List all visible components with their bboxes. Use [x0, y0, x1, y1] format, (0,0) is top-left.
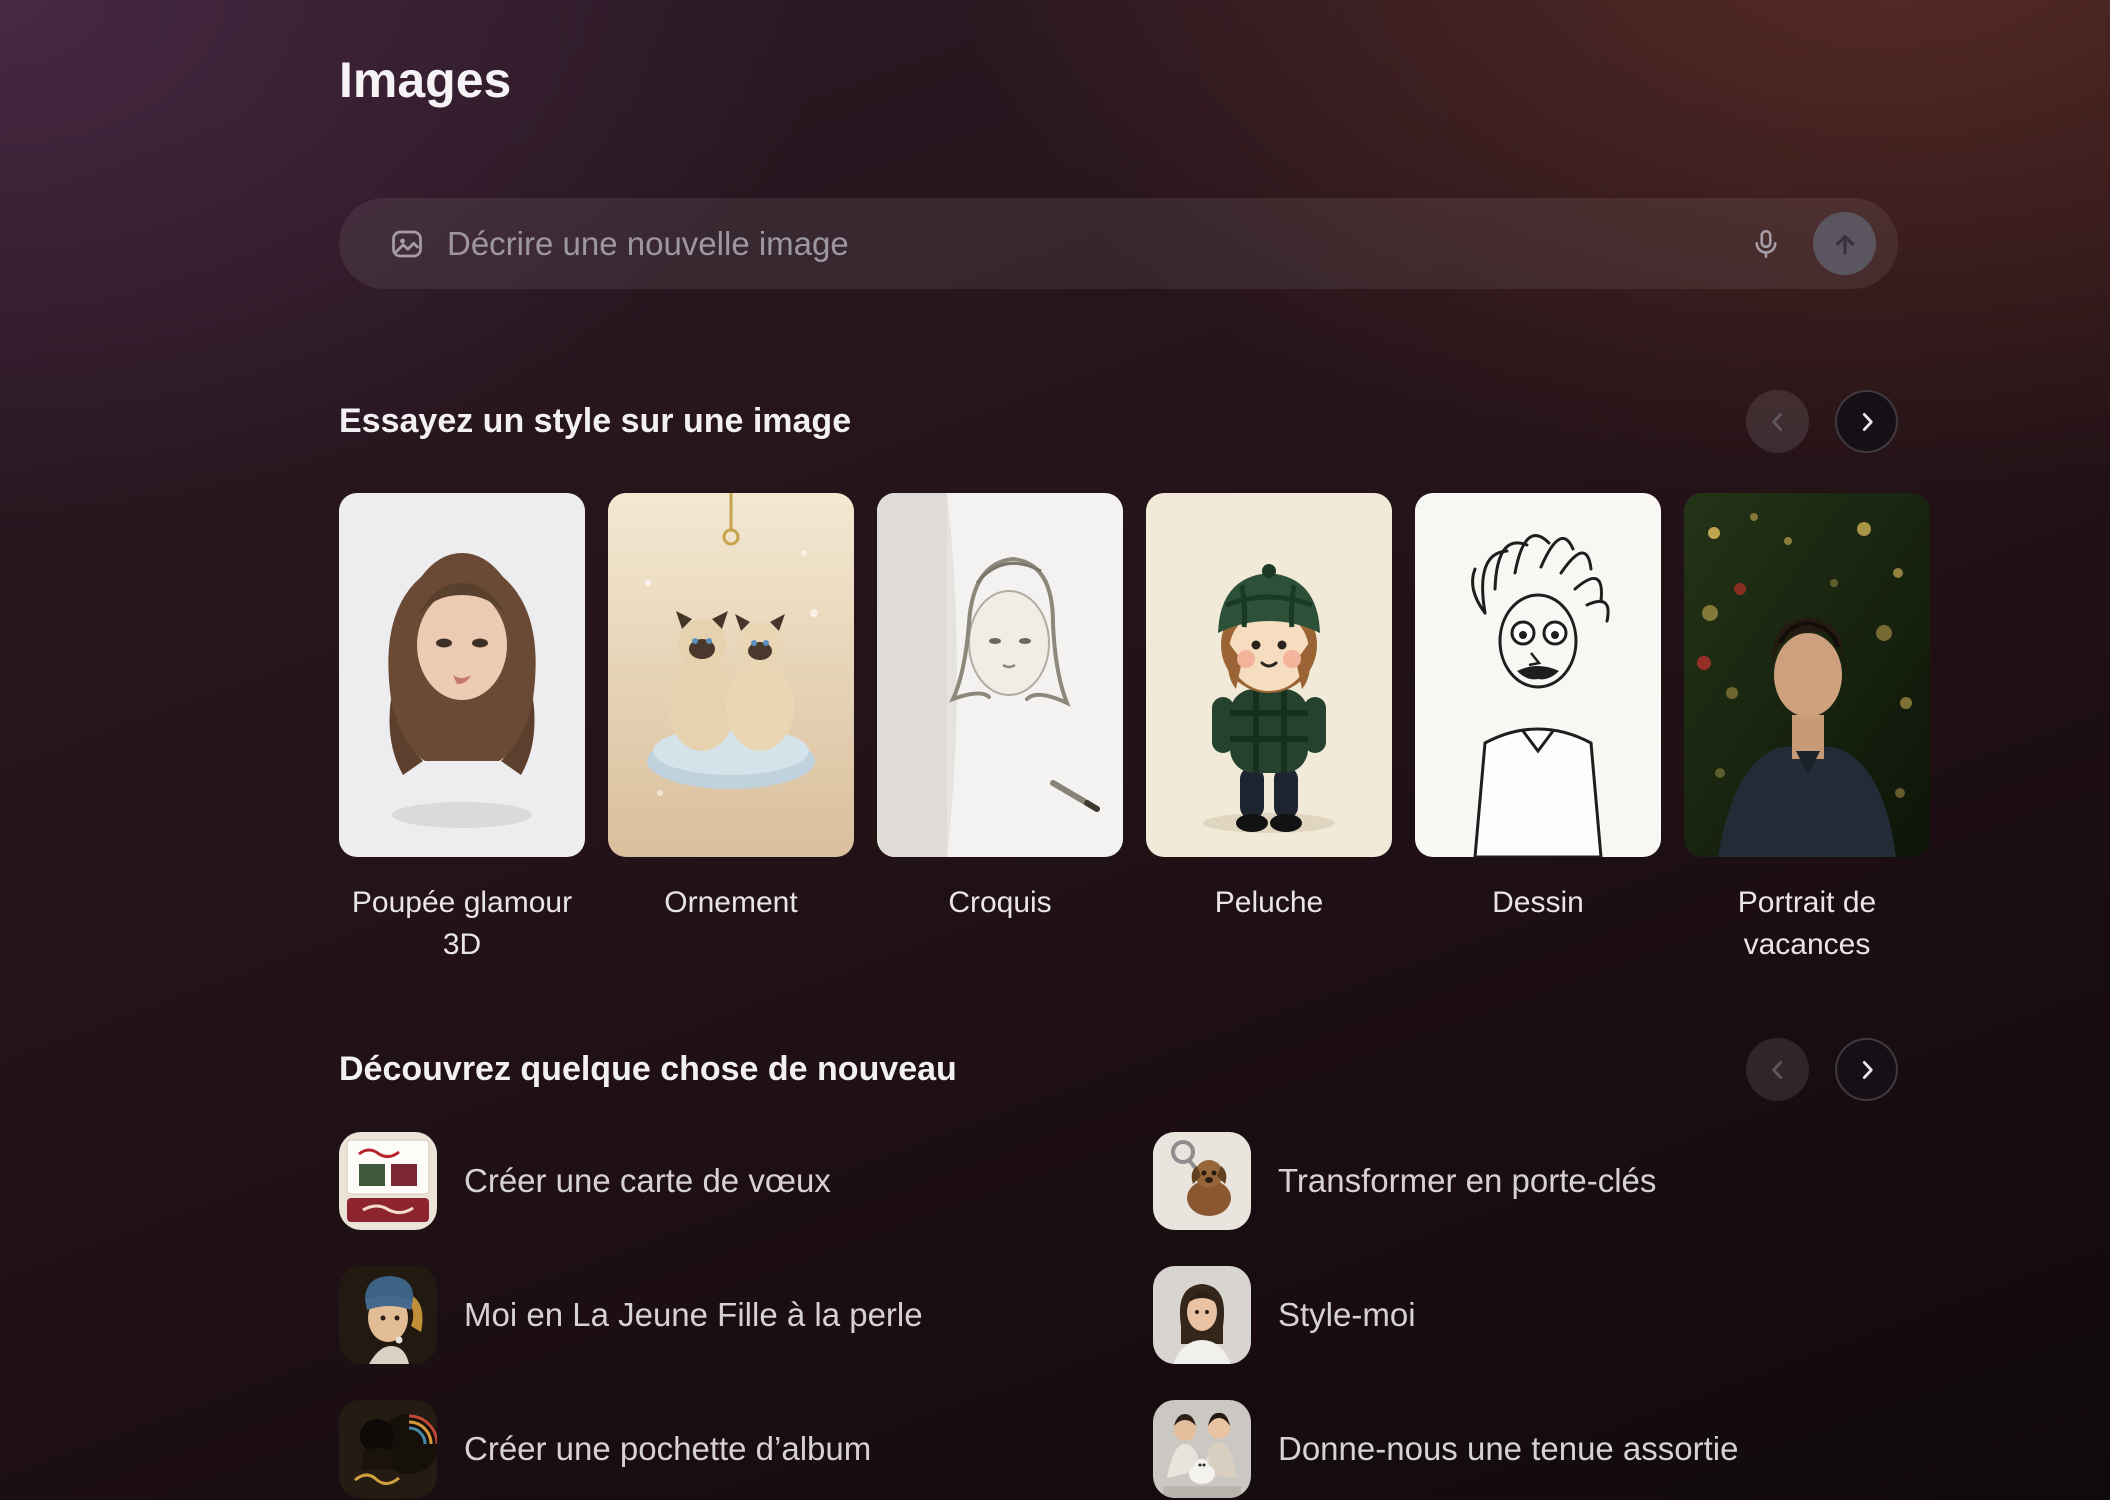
- style-card-image-pencil-sketch: [877, 493, 1123, 857]
- discover-section-header: Découvrez quelque chose de nouveau: [339, 1038, 1898, 1101]
- submit-button[interactable]: [1813, 212, 1876, 275]
- discover-item-tenue-assortie[interactable]: Donne-nous une tenue assortie: [1153, 1400, 1898, 1498]
- image-playground-screen: Images Essayez un styl: [0, 0, 2110, 1500]
- style-card-image-plush-doll: [1146, 493, 1392, 857]
- style-card-croquis[interactable]: Croquis: [877, 493, 1123, 966]
- style-card-label: Croquis: [877, 882, 1123, 924]
- thumb-holiday-greeting-card: [339, 1132, 437, 1230]
- discover-item-jeune-fille-a-la-perle[interactable]: Moi en La Jeune Fille à la perle: [339, 1266, 1153, 1364]
- discover-item-label: Donne-nous une tenue assortie: [1278, 1430, 1739, 1468]
- chevron-left-icon[interactable]: [1746, 390, 1809, 453]
- arrow-up-icon: [1830, 229, 1860, 259]
- discover-item-carte-de-voeux[interactable]: Créer une carte de vœux: [339, 1132, 1153, 1230]
- microphone-icon[interactable]: [1749, 227, 1783, 261]
- style-card-image-ink-drawing: [1415, 493, 1661, 857]
- discover-item-label: Créer une pochette d’album: [464, 1430, 871, 1468]
- style-card-image-holiday-portrait: [1684, 493, 1930, 857]
- style-card-dessin[interactable]: Dessin: [1415, 493, 1661, 966]
- chevron-left-icon[interactable]: [1746, 1038, 1809, 1101]
- style-card-image-cats-ornament: [608, 493, 854, 857]
- style-cards-carousel: Poupée glamour 3D: [339, 493, 2110, 966]
- discover-item-label: Moi en La Jeune Fille à la perle: [464, 1296, 923, 1334]
- style-card-ornement[interactable]: Ornement: [608, 493, 854, 966]
- styles-section-heading: Essayez un style sur une image: [339, 402, 851, 441]
- photo-icon[interactable]: [389, 226, 425, 262]
- thumb-album-cover: [339, 1400, 437, 1498]
- prompt-input-bar[interactable]: [339, 198, 1898, 289]
- style-card-portrait-de-vacances[interactable]: Portrait de vacances: [1684, 493, 1930, 966]
- discover-carousel-nav: [1746, 1038, 1898, 1101]
- discover-item-label: Style-moi: [1278, 1296, 1416, 1334]
- discover-item-label: Créer une carte de vœux: [464, 1162, 831, 1200]
- style-card-label: Peluche: [1146, 882, 1392, 924]
- chevron-right-icon[interactable]: [1835, 1038, 1898, 1101]
- thumb-dog-keychain: [1153, 1132, 1251, 1230]
- discover-items-grid: Créer une carte de vœux Transformer en p…: [339, 1132, 1898, 1498]
- style-card-poupee-glamour-3d[interactable]: Poupée glamour 3D: [339, 493, 585, 966]
- style-card-label: Dessin: [1415, 882, 1661, 924]
- style-card-image-3d-glamour-doll: [339, 493, 585, 857]
- discover-section-heading: Découvrez quelque chose de nouveau: [339, 1050, 957, 1089]
- styles-carousel-nav: [1746, 390, 1898, 453]
- style-card-peluche[interactable]: Peluche: [1146, 493, 1392, 966]
- discover-item-porte-cles[interactable]: Transformer en porte-clés: [1153, 1132, 1898, 1230]
- discover-item-style-moi[interactable]: Style-moi: [1153, 1266, 1898, 1364]
- styles-section-header: Essayez un style sur une image: [339, 390, 1898, 453]
- style-card-label: Portrait de vacances: [1684, 882, 1930, 966]
- discover-item-label: Transformer en porte-clés: [1278, 1162, 1656, 1200]
- thumb-woman-portrait: [1153, 1266, 1251, 1364]
- style-card-label: Poupée glamour 3D: [339, 882, 585, 966]
- thumb-family-matching-outfits: [1153, 1400, 1251, 1498]
- chevron-right-icon[interactable]: [1835, 390, 1898, 453]
- thumb-girl-with-pearl-earring: [339, 1266, 437, 1364]
- discover-item-pochette-album[interactable]: Créer une pochette d’album: [339, 1400, 1153, 1498]
- prompt-input[interactable]: [447, 225, 1749, 263]
- style-card-label: Ornement: [608, 882, 854, 924]
- page-title: Images: [339, 50, 2110, 110]
